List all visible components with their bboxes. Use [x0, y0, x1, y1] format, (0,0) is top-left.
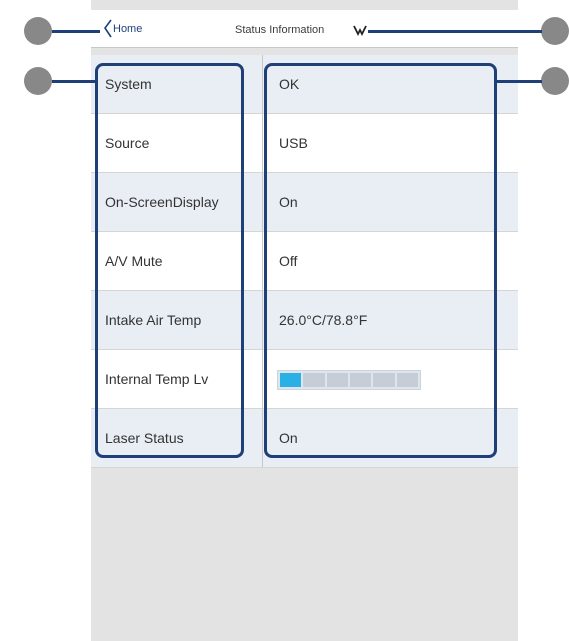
- callout-badge-3: [541, 67, 569, 95]
- header-bar: Home Status Information: [91, 10, 518, 48]
- blank-area: [91, 468, 518, 641]
- home-link[interactable]: Home: [113, 23, 142, 35]
- callout-badge-2: [24, 67, 52, 95]
- callout-line-3: [494, 80, 542, 83]
- brand-logo-icon: [353, 25, 367, 36]
- callout-badge-1: [24, 17, 52, 45]
- page-title: Status Information: [235, 24, 325, 36]
- callout-value-column-frame: [264, 63, 497, 458]
- callout-line-2: [52, 80, 97, 83]
- callout-line-1: [52, 30, 100, 33]
- callout-label-column-frame: [95, 63, 244, 458]
- callout-line-4: [368, 30, 542, 33]
- callout-badge-4: [541, 17, 569, 45]
